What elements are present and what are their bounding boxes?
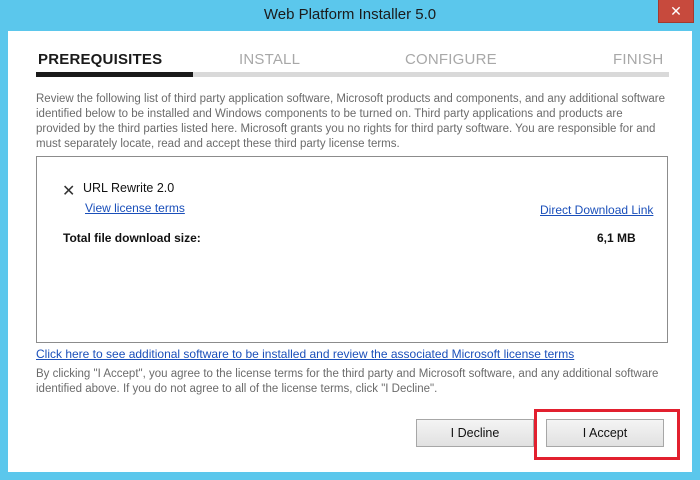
progress-bar-remaining bbox=[193, 72, 669, 77]
x-icon: ✕ bbox=[62, 183, 76, 200]
title-bar[interactable]: Web Platform Installer 5.0 ✕ bbox=[0, 0, 700, 31]
total-size-value: 6,1 MB bbox=[597, 231, 636, 245]
intro-text: Review the following list of third party… bbox=[36, 93, 665, 150]
accept-note: By clicking "I Accept", you agree to the… bbox=[36, 368, 659, 395]
additional-software-link[interactable]: Click here to see additional software to… bbox=[36, 347, 574, 361]
installer-window: Web Platform Installer 5.0 ✕ PREREQUISIT… bbox=[0, 0, 700, 480]
accept-highlight-box bbox=[534, 409, 680, 460]
total-size-label: Total file download size: bbox=[63, 231, 201, 245]
decline-button[interactable]: I Decline bbox=[416, 419, 534, 447]
wizard-steps: PREREQUISITES INSTALL CONFIGURE FINISH bbox=[8, 31, 692, 81]
view-license-link[interactable]: View license terms bbox=[85, 201, 185, 215]
step-configure: CONFIGURE bbox=[405, 51, 497, 68]
step-finish: FINISH bbox=[613, 51, 664, 68]
prerequisites-list: ✕ URL Rewrite 2.0 View license terms Dir… bbox=[36, 156, 668, 343]
step-install: INSTALL bbox=[239, 51, 301, 68]
close-icon: ✕ bbox=[670, 2, 682, 19]
dialog-client: PREREQUISITES INSTALL CONFIGURE FINISH R… bbox=[8, 31, 692, 472]
close-button[interactable]: ✕ bbox=[658, 0, 694, 23]
progress-bar-active bbox=[36, 72, 193, 77]
item-name: URL Rewrite 2.0 bbox=[83, 181, 175, 195]
window-title: Web Platform Installer 5.0 bbox=[263, 6, 437, 23]
step-prerequisites: PREREQUISITES bbox=[38, 51, 163, 68]
direct-download-link[interactable]: Direct Download Link bbox=[540, 203, 653, 217]
